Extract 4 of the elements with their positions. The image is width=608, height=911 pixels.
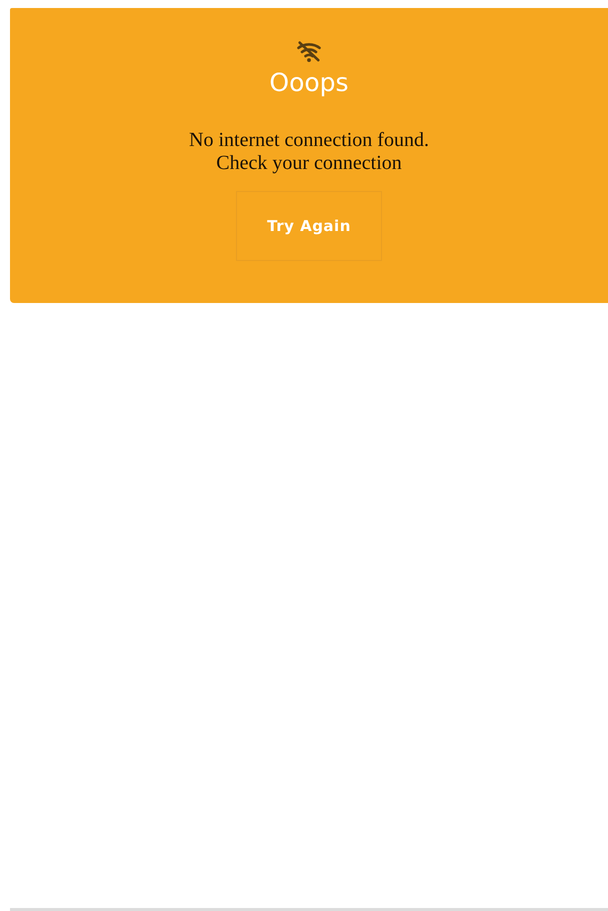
error-message: Check your connection	[216, 152, 402, 175]
error-message: No internet connection found.	[189, 129, 429, 152]
error-title: Ooops	[269, 68, 349, 97]
try-again-button[interactable]: Try Again	[236, 191, 382, 261]
